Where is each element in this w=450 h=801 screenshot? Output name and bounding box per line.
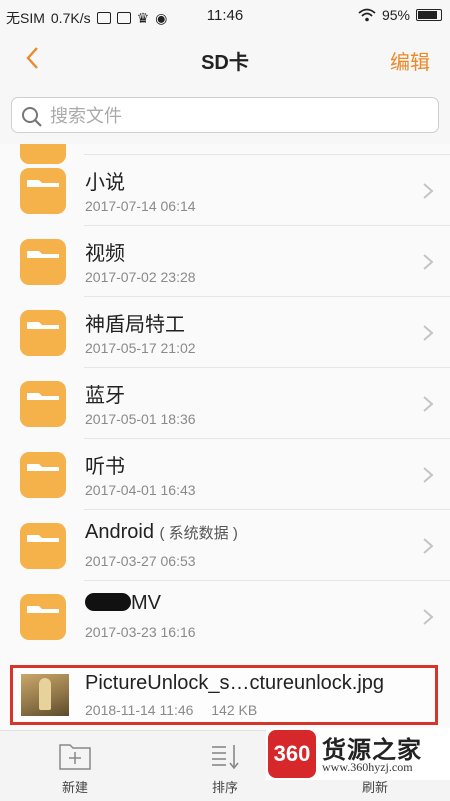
edit-button[interactable]: 编辑: [390, 46, 430, 75]
list-item[interactable]: 蓝牙 2017-05-01 18:36: [0, 368, 450, 439]
folder-icon: [20, 168, 66, 214]
sort-button[interactable]: 排序: [190, 741, 260, 796]
folder-name: 小说: [85, 172, 125, 194]
new-label: 新建: [61, 780, 88, 795]
status-bar: 无SIM 0.7K/s ♛ ◉ 11:46 95%: [0, 0, 450, 32]
chevron-right-icon: [423, 538, 434, 554]
list-item[interactable]: MV 2017-03-23 16:16: [0, 581, 450, 652]
watermark-url: www.360hyzj.com: [322, 760, 413, 774]
page-title: SD卡: [201, 52, 249, 74]
redacted-mark: [85, 593, 131, 611]
folder-date: 2017-05-01 18:36: [85, 411, 196, 427]
folder-icon: [20, 452, 66, 498]
folder-date: 2017-07-14 06:14: [85, 198, 196, 214]
chevron-right-icon: [423, 609, 434, 625]
sort-icon: [212, 745, 239, 770]
wifi-icon: [358, 8, 376, 22]
new-folder-icon: [59, 744, 91, 770]
folder-icon: [20, 310, 66, 356]
file-date: 2018-11-14 11:46: [85, 702, 194, 718]
chevron-right-icon: [423, 325, 434, 341]
chevron-right-icon: [423, 396, 434, 412]
folder-name: Android ( 系统数据 ): [85, 521, 238, 544]
watermark-logo: 360: [268, 730, 316, 778]
file-size: 142 KB: [211, 702, 258, 718]
list-item[interactable]: 听书 2017-04-01 16:43: [0, 439, 450, 510]
battery-percent: 95%: [381, 7, 410, 23]
folder-name: MV: [85, 592, 161, 615]
folder-icon: [20, 381, 66, 427]
folder-date: 2017-04-01 16:43: [85, 482, 196, 498]
file-name: PictureUnlock_s…ctureunlock.jpg: [85, 672, 385, 694]
folder-name: 蓝牙: [85, 385, 125, 407]
folder-date: 2017-07-02 23:28: [85, 269, 196, 285]
folder-date: 2017-03-23 16:16: [85, 624, 196, 640]
chevron-right-icon: [423, 183, 434, 199]
folder-icon: [20, 594, 66, 640]
folder-icon: [20, 239, 66, 285]
file-item-highlighted[interactable]: PictureUnlock_s…ctureunlock.jpg 2018-11-…: [10, 665, 438, 725]
new-button[interactable]: 新建: [40, 741, 110, 796]
folder-name: 神盾局特工: [85, 314, 185, 336]
system-data-tag: ( 系统数据 ): [159, 525, 238, 542]
watermark: 360 货源之家 www.360hyzj.com: [266, 728, 450, 780]
file-list: 小说 2017-07-14 06:14 视频 2017-07-02 23:28 …: [0, 144, 450, 730]
folder-name: 视频: [85, 243, 125, 265]
list-item[interactable]: 小说 2017-07-14 06:14: [0, 155, 450, 226]
title-bar: SD卡 编辑: [0, 32, 450, 86]
folder-name-text: MV: [131, 592, 161, 614]
search-box[interactable]: [11, 97, 439, 133]
search-icon: [22, 107, 42, 127]
chevron-right-icon: [423, 467, 434, 483]
list-item[interactable]: 神盾局特工 2017-05-17 21:02: [0, 297, 450, 368]
status-right: 95%: [358, 7, 442, 23]
battery-icon: [416, 9, 442, 21]
list-item-partial[interactable]: [0, 144, 450, 164]
list-item[interactable]: Android ( 系统数据 ) 2017-03-27 06:53: [0, 510, 450, 581]
search-input[interactable]: [48, 104, 432, 128]
folder-name: 听书: [85, 456, 125, 478]
folder-icon: [20, 523, 66, 569]
refresh-label: 刷新: [361, 780, 388, 795]
list-item[interactable]: 视频 2017-07-02 23:28: [0, 226, 450, 297]
sort-label: 排序: [211, 780, 238, 795]
chevron-right-icon: [423, 254, 434, 270]
folder-date: 2017-05-17 21:02: [85, 340, 196, 356]
folder-name-text: Android: [85, 521, 154, 543]
search-area: [0, 86, 450, 144]
folder-date: 2017-03-27 06:53: [85, 553, 196, 569]
image-thumbnail: [21, 674, 69, 716]
file-meta: 2018-11-14 11:46 142 KB: [85, 702, 257, 718]
